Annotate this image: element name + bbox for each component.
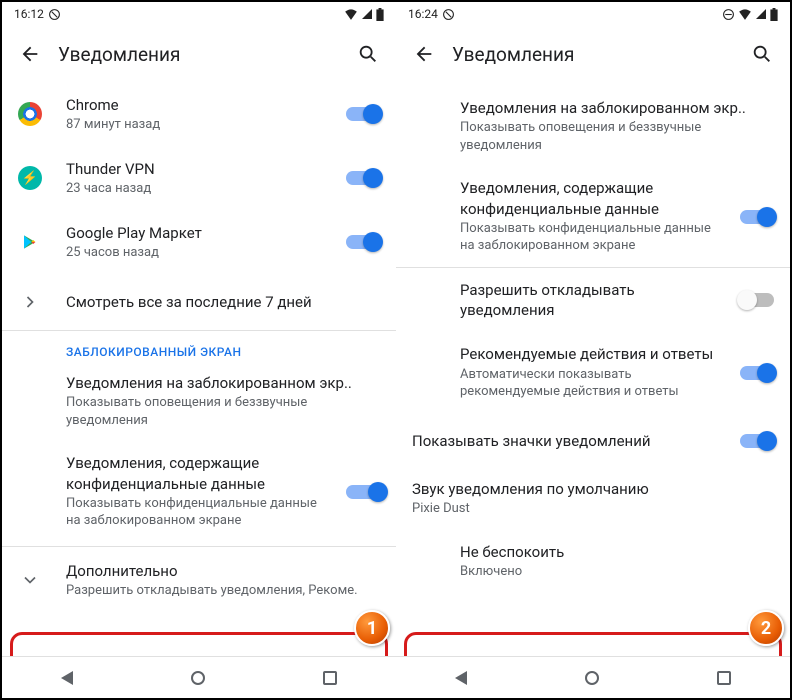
badges-row[interactable]: Показывать значки уведомлений (396, 413, 790, 469)
app-sub: 87 минут назад (66, 116, 334, 134)
search-button[interactable] (348, 34, 388, 74)
lock-notif-title: Уведомления на заблокированном экр.. (66, 373, 380, 393)
status-time: 16:24 (408, 7, 438, 21)
step-badge-2: 2 (748, 610, 784, 646)
content-left: Chrome 87 минут назад ⚡ Thunder VPN 23 ч… (2, 82, 396, 656)
nav-home-icon[interactable] (585, 671, 599, 685)
toggle-switch[interactable] (346, 171, 380, 185)
badges-title: Показывать значки уведомлений (412, 431, 728, 451)
snooze-row[interactable]: Разрешить откладывать уведомления (396, 268, 790, 333)
toggle-switch[interactable] (346, 485, 380, 499)
sensitive-sub: Показывать конфиденциальные данные на за… (66, 495, 334, 530)
nav-home-icon[interactable] (191, 671, 205, 685)
statusbar: 16:12 (2, 2, 396, 26)
wifi-icon (738, 8, 752, 20)
lock-notif-row[interactable]: Уведомления на заблокированном экр.. Пок… (2, 367, 396, 441)
battery-icon (376, 8, 384, 21)
status-time: 16:12 (14, 7, 44, 21)
toggle-switch[interactable] (346, 107, 380, 121)
highlight-step-2 (404, 632, 782, 656)
content-right: Уведомления на заблокированном экр.. Пок… (396, 82, 790, 656)
sensitive-title: Уведомления, содержащие конфиденциальные… (66, 453, 334, 494)
sensitive-sub: Показывать конфиденциальные данные на за… (460, 220, 728, 255)
sound-sub: Pixie Dust (412, 500, 774, 518)
thunder-icon: ⚡ (18, 166, 42, 190)
nav-recent-icon[interactable] (717, 671, 731, 685)
signal-icon (755, 8, 767, 20)
app-name: Google Play Маркет (66, 223, 334, 243)
play-store-icon (18, 230, 42, 254)
chrome-icon (18, 102, 42, 126)
sound-row[interactable]: Звук уведомления по умолчанию Pixie Dust (396, 469, 790, 528)
chevron-down-icon (18, 568, 42, 592)
search-button[interactable] (742, 34, 782, 74)
suggested-row[interactable]: Рекомендуемые действия и ответы Автомати… (396, 332, 790, 412)
navbar (396, 656, 790, 698)
lock-notif-title: Уведомления на заблокированном экр.. (460, 98, 774, 118)
back-button[interactable] (404, 34, 444, 74)
see-all-label: Смотреть все за последние 7 дней (66, 292, 380, 312)
dnd-status-icon (48, 8, 61, 21)
signal-icon (361, 8, 373, 20)
dnd-title: Не беспокоить (460, 542, 774, 562)
wifi-icon (344, 8, 358, 20)
back-button[interactable] (10, 34, 50, 74)
phone-right: 16:24 Уведомления Уведомления на заблоки… (396, 2, 790, 698)
lock-notif-sub: Показывать оповещения и беззвучные уведо… (460, 119, 774, 154)
chevron-right-icon (18, 290, 42, 314)
nav-back-icon[interactable] (61, 671, 73, 685)
dnd-sub: Включено (460, 563, 774, 581)
sound-title: Звук уведомления по умолчанию (412, 479, 774, 499)
dnd-right-icon (722, 8, 735, 21)
sensitive-row[interactable]: Уведомления, содержащие конфиденциальные… (396, 166, 790, 267)
dnd-status-icon (442, 8, 455, 21)
toggle-switch[interactable] (740, 210, 774, 224)
page-title: Уведомления (444, 43, 742, 66)
advanced-title: Дополнительно (66, 561, 380, 581)
phone-left: 16:12 Уведомления Chrome 87 минут назад … (2, 2, 396, 698)
app-row-thunder[interactable]: ⚡ Thunder VPN 23 часа назад (2, 146, 396, 210)
highlight-step-1 (10, 632, 388, 656)
see-all-row[interactable]: Смотреть все за последние 7 дней (2, 274, 396, 330)
sensitive-title: Уведомления, содержащие конфиденциальные… (460, 178, 728, 219)
snooze-title: Разрешить откладывать уведомления (460, 280, 728, 321)
nav-back-icon[interactable] (455, 671, 467, 685)
suggested-sub: Автоматически показывать рекомендуемые д… (460, 366, 728, 401)
appbar: Уведомления (396, 26, 790, 82)
app-row-play[interactable]: Google Play Маркет 25 часов назад (2, 210, 396, 274)
dnd-row[interactable]: Не беспокоить Включено (396, 528, 790, 595)
battery-icon (770, 8, 778, 21)
nav-recent-icon[interactable] (323, 671, 337, 685)
app-name: Thunder VPN (66, 159, 334, 179)
app-sub: 23 часа назад (66, 180, 334, 198)
app-row-chrome[interactable]: Chrome 87 минут назад (2, 82, 396, 146)
navbar (2, 656, 396, 698)
page-title: Уведомления (50, 43, 348, 66)
app-name: Chrome (66, 95, 334, 115)
sensitive-row[interactable]: Уведомления, содержащие конфиденциальные… (2, 441, 396, 542)
advanced-sub: Разрешить откладывать уведомления, Реком… (66, 582, 380, 600)
lock-notif-row[interactable]: Уведомления на заблокированном экр.. Пок… (396, 82, 790, 166)
toggle-switch[interactable] (346, 235, 380, 249)
section-lock-screen: ЗАБЛОКИРОВАННЫЙ ЭКРАН (2, 331, 396, 367)
app-sub: 25 часов назад (66, 244, 334, 262)
appbar: Уведомления (2, 26, 396, 82)
lock-notif-sub: Показывать оповещения и беззвучные уведо… (66, 394, 380, 429)
statusbar: 16:24 (396, 2, 790, 26)
advanced-row[interactable]: Дополнительно Разрешить откладывать увед… (2, 547, 396, 614)
toggle-switch[interactable] (740, 366, 774, 380)
toggle-switch[interactable] (740, 434, 774, 448)
suggested-title: Рекомендуемые действия и ответы (460, 344, 728, 364)
toggle-switch[interactable] (740, 293, 774, 307)
step-badge-1: 1 (354, 610, 390, 646)
